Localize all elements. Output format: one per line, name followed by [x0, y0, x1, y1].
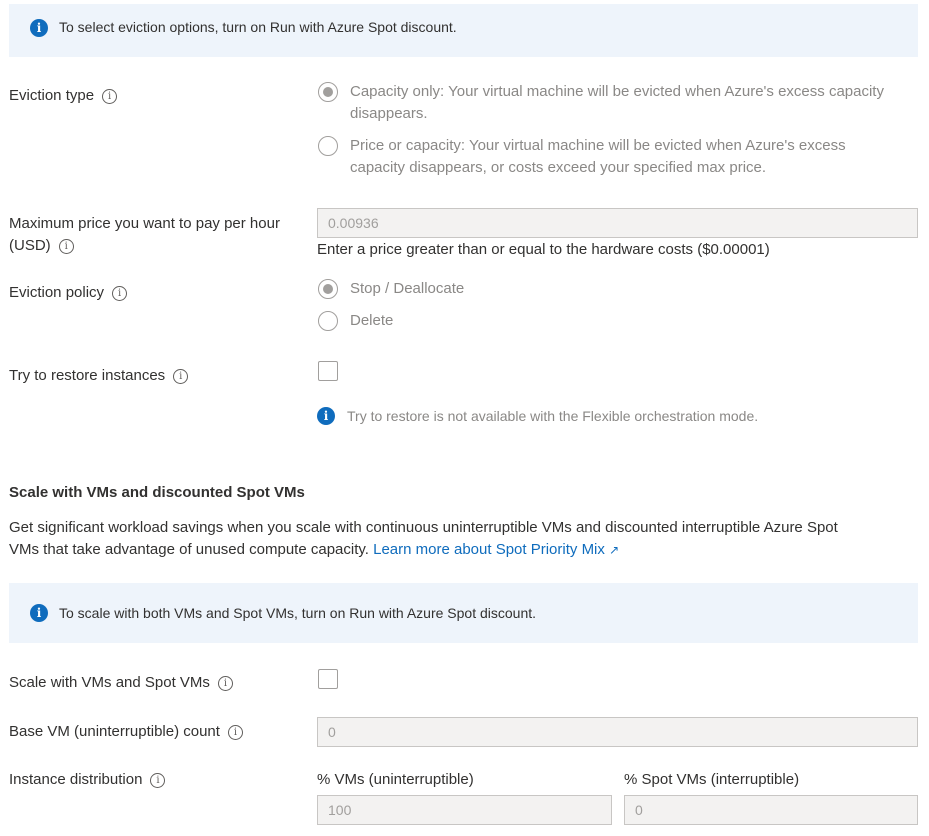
info-tooltip-icon[interactable]: i — [150, 773, 166, 788]
eviction-capacity-only-label[interactable]: Capacity only: Your virtual machine will… — [350, 81, 884, 125]
vms-percent-input[interactable]: 100 — [317, 795, 612, 825]
policy-delete-radio[interactable] — [318, 311, 338, 331]
eviction-type-label: Eviction type i — [9, 87, 118, 104]
max-price-input[interactable]: 0.00936 — [317, 208, 918, 238]
eviction-policy-label-text: Eviction policy — [9, 284, 105, 301]
base-vm-label: Base VM (uninterruptible) count i — [9, 723, 243, 740]
policy-stop-deallocate-radio[interactable] — [318, 279, 338, 299]
policy-delete-label[interactable]: Delete — [350, 310, 393, 332]
info-tooltip-icon[interactable]: i — [217, 676, 233, 691]
policy-stop-deallocate-label[interactable]: Stop / Deallocate — [350, 278, 464, 300]
eviction-price-line2: capacity disappears, or costs exceed you… — [350, 159, 767, 176]
external-link-icon[interactable]: ↗ — [609, 543, 619, 557]
info-icon: i — [317, 407, 335, 425]
info-tooltip-icon[interactable]: i — [102, 89, 118, 104]
scale-desc-line2: VMs that take advantage of unused comput… — [9, 541, 369, 558]
scale-section-heading: Scale with VMs and discounted Spot VMs — [9, 484, 305, 501]
eviction-capacity-only-line2: disappears. — [350, 105, 428, 122]
vms-percent-label: % VMs (uninterruptible) — [317, 771, 474, 788]
scale-vms-label: Scale with VMs and Spot VMs i — [9, 674, 233, 691]
info-icon: i — [30, 19, 48, 37]
instance-distribution-label-text: Instance distribution — [9, 771, 143, 788]
eviction-price-or-capacity-label[interactable]: Price or capacity: Your virtual machine … — [350, 135, 846, 179]
scale-desc-line1: Get significant workload savings when yo… — [9, 519, 838, 536]
eviction-price-line1: Price or capacity: Your virtual machine … — [350, 137, 846, 154]
info-tooltip-icon[interactable]: i — [112, 286, 128, 301]
spot-percent-input[interactable]: 0 — [624, 795, 918, 825]
base-vm-label-text: Base VM (uninterruptible) count — [9, 723, 220, 740]
scale-vms-checkbox[interactable] — [318, 669, 338, 689]
max-price-label-line2: (USD) — [9, 237, 51, 254]
scale-info-banner: i To scale with both VMs and Spot VMs, t… — [9, 583, 918, 643]
eviction-policy-label: Eviction policy i — [9, 284, 128, 301]
eviction-info-banner: i To select eviction options, turn on Ru… — [9, 4, 918, 57]
info-tooltip-icon[interactable]: i — [173, 369, 189, 384]
eviction-type-label-text: Eviction type — [9, 87, 95, 104]
eviction-price-or-capacity-radio[interactable] — [318, 136, 338, 156]
restore-instances-label: Try to restore instances i — [9, 367, 189, 384]
eviction-banner-text: To select eviction options, turn on Run … — [59, 19, 457, 35]
scale-section-description: Get significant workload savings when yo… — [9, 517, 838, 561]
restore-instances-label-text: Try to restore instances — [9, 367, 166, 384]
base-vm-count-input[interactable]: 0 — [317, 717, 918, 747]
info-tooltip-icon[interactable]: i — [227, 725, 243, 740]
info-tooltip-icon[interactable]: i — [58, 239, 74, 254]
eviction-capacity-only-line1: Capacity only: Your virtual machine will… — [350, 83, 884, 100]
restore-note: Try to restore is not available with the… — [347, 408, 759, 424]
eviction-capacity-only-radio[interactable] — [318, 82, 338, 102]
scale-vms-label-text: Scale with VMs and Spot VMs — [9, 674, 210, 691]
max-price-label-line1: Maximum price you want to pay per hour — [9, 215, 280, 232]
instance-distribution-label: Instance distribution i — [9, 771, 166, 788]
max-price-hint: Enter a price greater than or equal to t… — [317, 241, 770, 258]
scale-banner-text: To scale with both VMs and Spot VMs, tur… — [59, 605, 537, 621]
spot-percent-label: % Spot VMs (interruptible) — [624, 771, 800, 788]
restore-instances-checkbox[interactable] — [318, 361, 338, 381]
spot-priority-mix-link[interactable]: Learn more about Spot Priority Mix — [373, 541, 605, 558]
info-icon: i — [30, 604, 48, 622]
max-price-label: Maximum price you want to pay per hour (… — [9, 213, 280, 257]
